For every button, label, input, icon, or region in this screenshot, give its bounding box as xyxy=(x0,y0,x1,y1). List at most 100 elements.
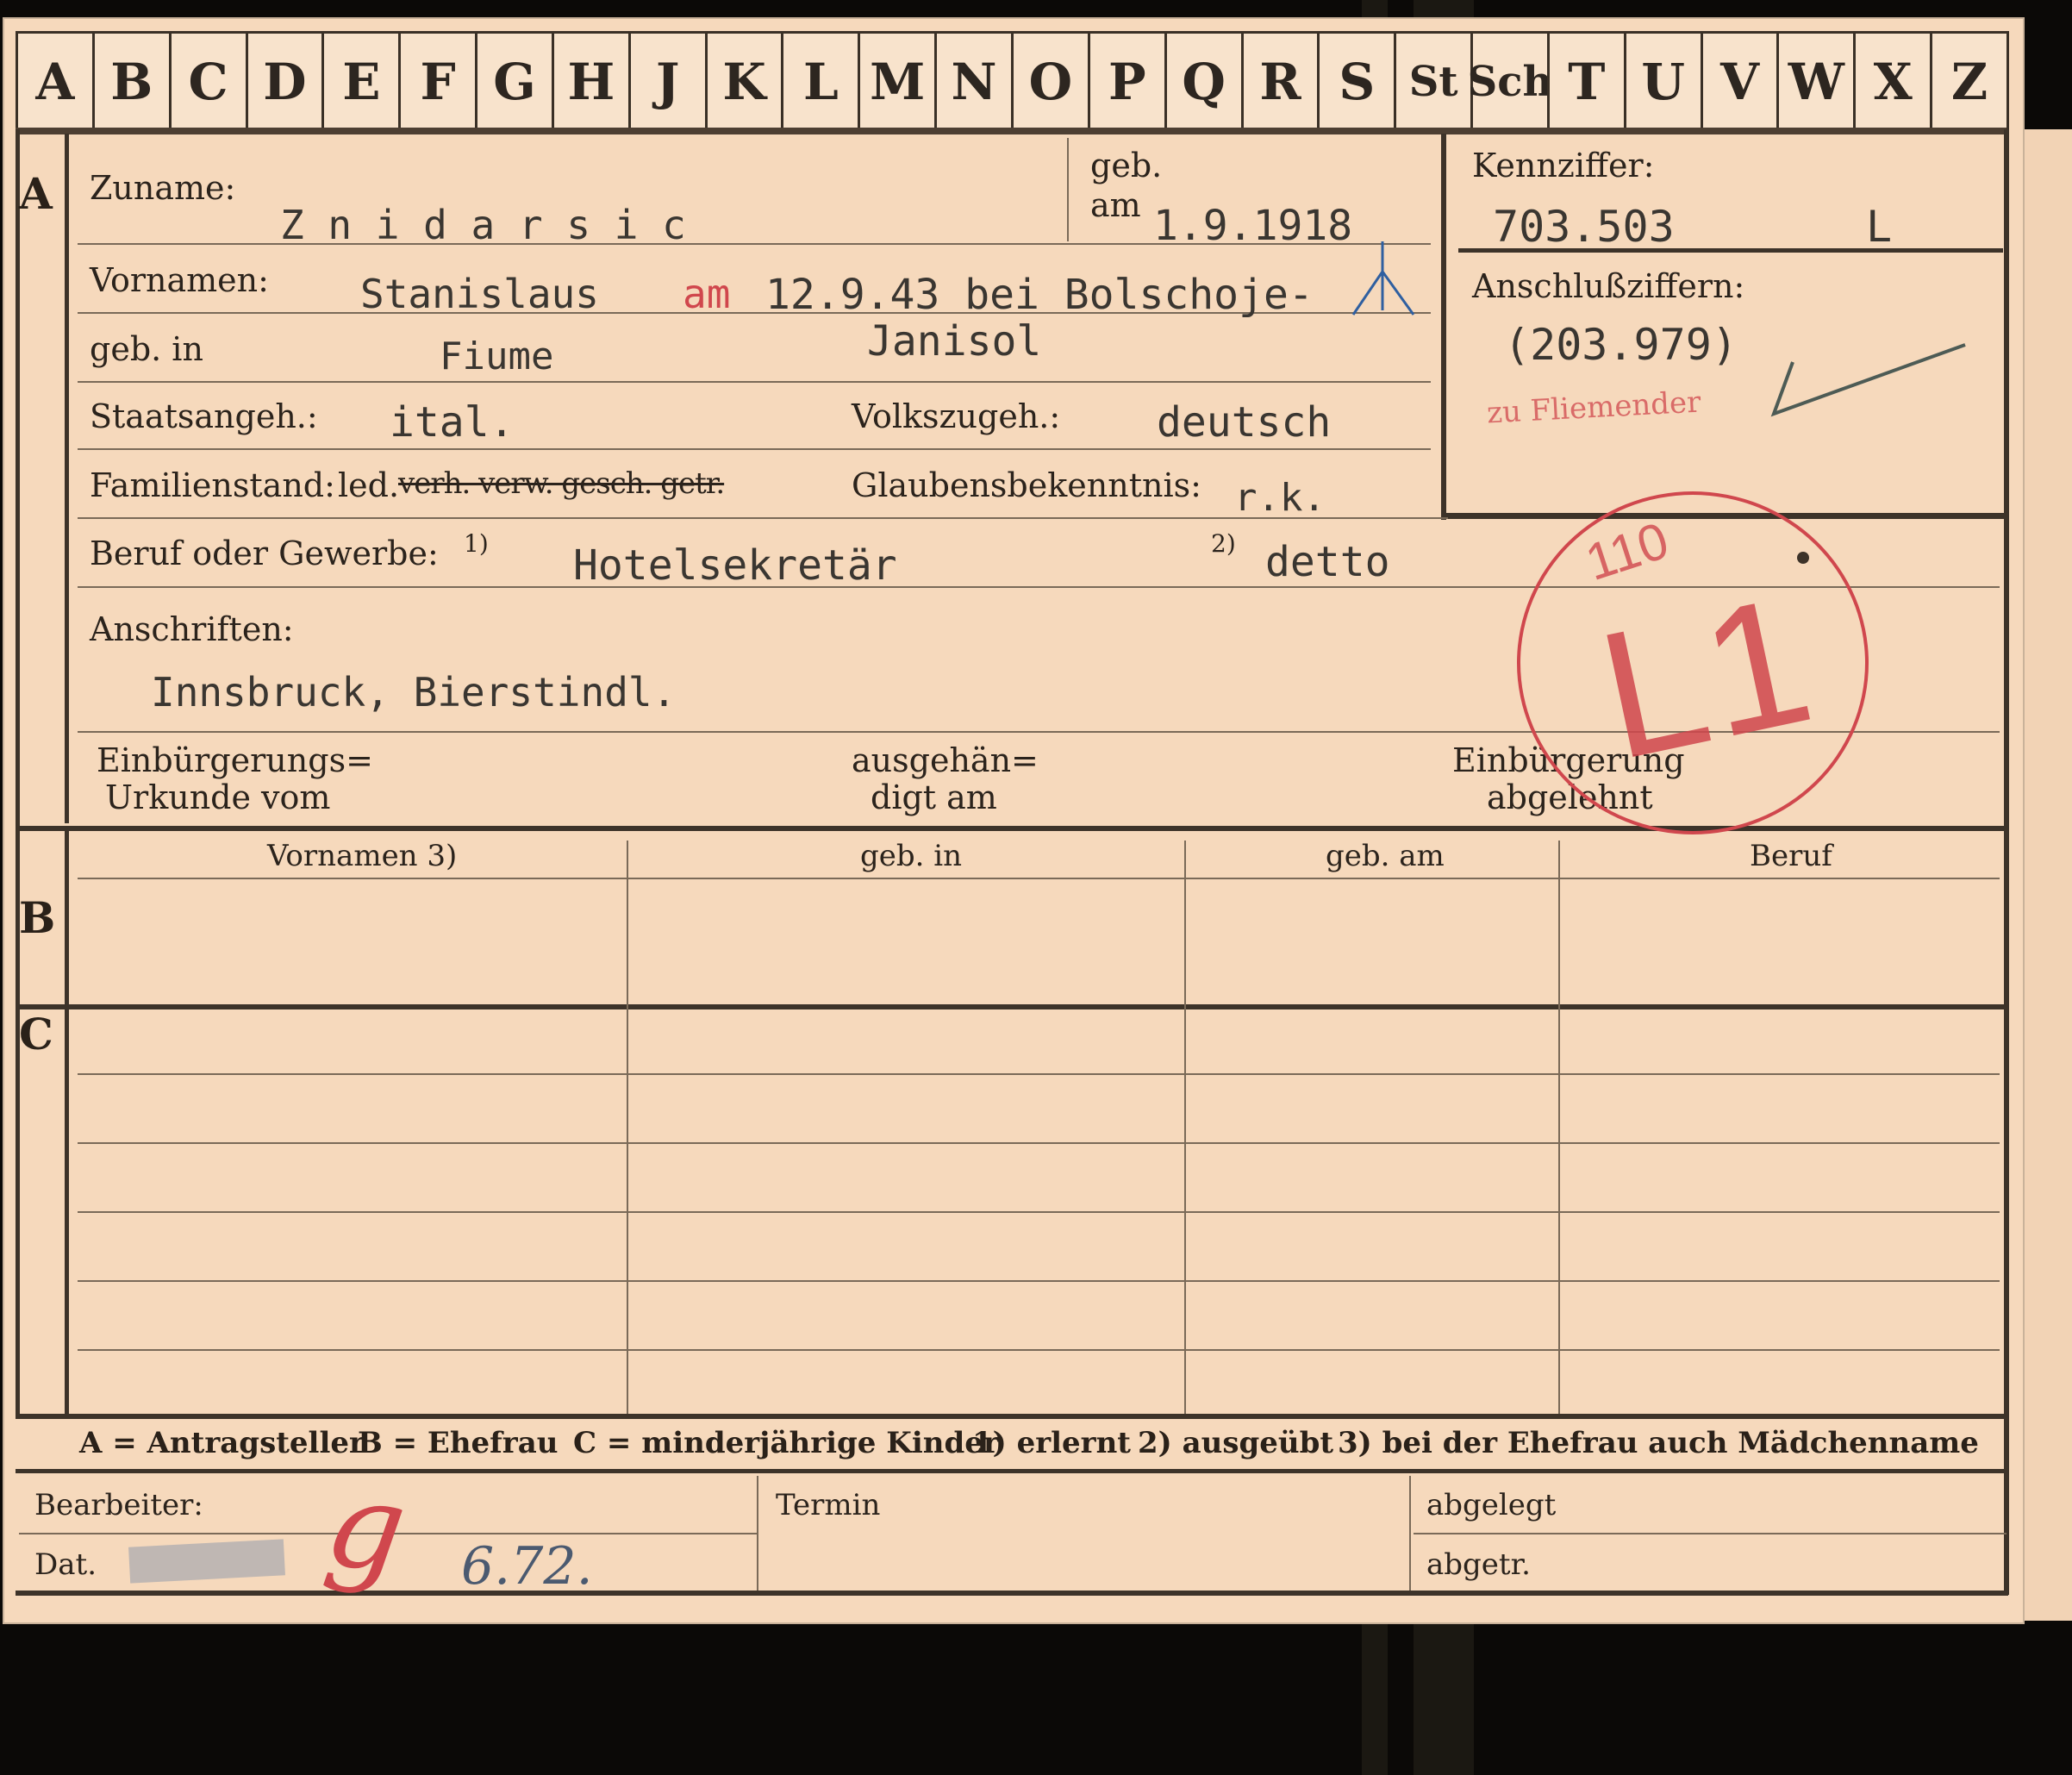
right-frame xyxy=(2004,129,2009,1595)
family-status-struck: verh. verw. gesch. getr. xyxy=(398,466,725,501)
alphabet-tab: Z xyxy=(1930,31,2009,130)
address-value: Innsbruck, Bierstindl. xyxy=(151,669,677,716)
date-label: Dat. xyxy=(34,1547,97,1582)
bottom-frame xyxy=(16,1591,2008,1596)
legend-note-1: 1) erlernt xyxy=(972,1426,1132,1460)
alphabet-tab: U xyxy=(1623,31,1703,130)
table-row xyxy=(78,1211,2000,1213)
spouse-header-birthdate: geb. am xyxy=(1326,839,1445,873)
address-label: Anschriften: xyxy=(90,610,294,648)
rule xyxy=(78,381,1431,383)
alphabet-tab: E xyxy=(321,31,402,130)
family-status-led: led. xyxy=(338,466,400,504)
section-b-letter: B xyxy=(19,892,56,943)
reference-id-suffix: L xyxy=(1866,202,1893,252)
death-note-line2: Janisol xyxy=(867,317,1042,366)
alphabet-tab: St xyxy=(1394,31,1474,130)
section-divider-b-c xyxy=(16,1004,2008,1009)
handed-over-label: ausgehän= xyxy=(852,741,1039,779)
ethnicity-value: deutsch xyxy=(1157,398,1332,447)
alphabet-tab: D xyxy=(245,31,325,130)
alphabet-tab: W xyxy=(1776,31,1857,130)
table-row xyxy=(78,1349,2000,1351)
alphabet-tab: Sch xyxy=(1468,31,1552,130)
religion-label: Glaubensbekenntnis: xyxy=(852,466,1201,504)
firstnames-value: Stanislaus xyxy=(360,271,599,317)
rule xyxy=(78,878,2000,879)
taken-label: abgetr. xyxy=(1426,1547,1531,1582)
alphabet-tab: M xyxy=(858,31,938,130)
citizenship-label: Staatsangeh.: xyxy=(90,397,318,435)
alphabet-tab: K xyxy=(704,31,784,130)
footer-rule xyxy=(1409,1476,1411,1591)
table-row xyxy=(78,1280,2000,1282)
legend-bottom-frame xyxy=(16,1469,2008,1473)
profession-label: Beruf oder Gewerbe: xyxy=(90,534,439,572)
firstnames-label: Vornamen: xyxy=(90,261,269,299)
rule xyxy=(1067,138,1069,241)
deadline-label: Termin xyxy=(776,1488,881,1522)
naturalization-doc-label: Einbürgerungs= xyxy=(97,741,373,779)
legend-children: C = minderjährige Kinder xyxy=(573,1426,999,1460)
legend-note-3: 3) bei der Ehefrau auch Mädchenname xyxy=(1338,1426,1979,1460)
legend-wife: B = Ehefrau xyxy=(358,1426,559,1460)
handed-over-label-2: digt am xyxy=(871,778,997,816)
alphabet-tab: S xyxy=(1317,31,1397,130)
footer-rule xyxy=(757,1476,758,1591)
alphabet-tab: A xyxy=(16,31,95,130)
reference-id-label: Kennziffer: xyxy=(1472,147,1655,184)
filed-label: abgelegt xyxy=(1426,1488,1557,1522)
birthplace-value: Fiume xyxy=(440,334,554,378)
column-rule xyxy=(1558,841,1560,1414)
tab-baseline xyxy=(16,128,2006,134)
legend-applicant: A = Antragsteller xyxy=(79,1426,365,1460)
alphabet-tab: V xyxy=(1700,31,1780,130)
alphabet-tab: O xyxy=(1011,31,1090,130)
born-label-am: am xyxy=(1090,186,1141,224)
section-c-letter: C xyxy=(19,1009,53,1059)
alphabet-tab: J xyxy=(627,31,708,130)
death-note-red: am xyxy=(683,271,731,317)
alphabet-tab: T xyxy=(1546,31,1626,130)
date-value: 6.72. xyxy=(461,1536,593,1597)
alphabet-tab: P xyxy=(1087,31,1167,130)
spouse-header-profession: Beruf xyxy=(1750,839,1832,873)
naturalization-doc-label-2: Urkunde vom xyxy=(105,778,331,816)
alphabet-tab: F xyxy=(398,31,478,130)
ethnicity-label: Volkszugeh.: xyxy=(852,397,1061,435)
surname-label: Zuname: xyxy=(90,169,236,207)
column-rule xyxy=(1184,841,1186,1414)
stamp-main-text: L1 xyxy=(1584,556,1831,798)
reference-id-value: 703.503 xyxy=(1493,202,1675,252)
editor-label: Bearbeiter: xyxy=(34,1488,203,1522)
section-a-letter: A xyxy=(19,168,53,219)
spouse-header-firstnames: Vornamen 3) xyxy=(267,839,458,873)
death-note-text: 12.9.43 bei Bolschoje- xyxy=(765,271,1314,319)
surname-value: Z n i d a r s i c xyxy=(280,202,686,248)
alphabet-tab: X xyxy=(1853,31,1933,130)
table-row xyxy=(78,1142,2000,1144)
section-a-frame xyxy=(65,134,69,823)
rule xyxy=(78,448,1431,450)
alphabet-tab: G xyxy=(475,31,554,130)
citizenship-value: ital. xyxy=(390,398,515,447)
legend-note-2: 2) ausgeübt xyxy=(1138,1426,1334,1460)
stamp-dot xyxy=(1797,552,1809,564)
profession-footnote-1: 1) xyxy=(464,529,489,558)
left-frame xyxy=(16,129,20,1414)
religion-value: r.k. xyxy=(1234,476,1326,520)
reference-box-left xyxy=(1441,134,1446,520)
alphabet-tab: Q xyxy=(1164,31,1244,130)
linked-ids-value: (203.979) xyxy=(1504,320,1738,370)
born-date-value: 1.9.1918 xyxy=(1153,202,1353,250)
section-bc-frame xyxy=(65,831,69,1414)
pencil-mark-icon xyxy=(1351,241,1415,316)
alphabet-tab: C xyxy=(168,31,248,130)
linked-ids-label: Anschlußziffern: xyxy=(1472,267,1745,305)
check-mark-icon xyxy=(1770,343,1966,417)
alphabet-tab: R xyxy=(1240,31,1320,130)
legend-top-frame xyxy=(16,1414,2008,1419)
alphabet-tab: L xyxy=(781,31,861,130)
card-edge xyxy=(2017,129,2072,1621)
spouse-header-birthplace: geb. in xyxy=(860,839,963,873)
